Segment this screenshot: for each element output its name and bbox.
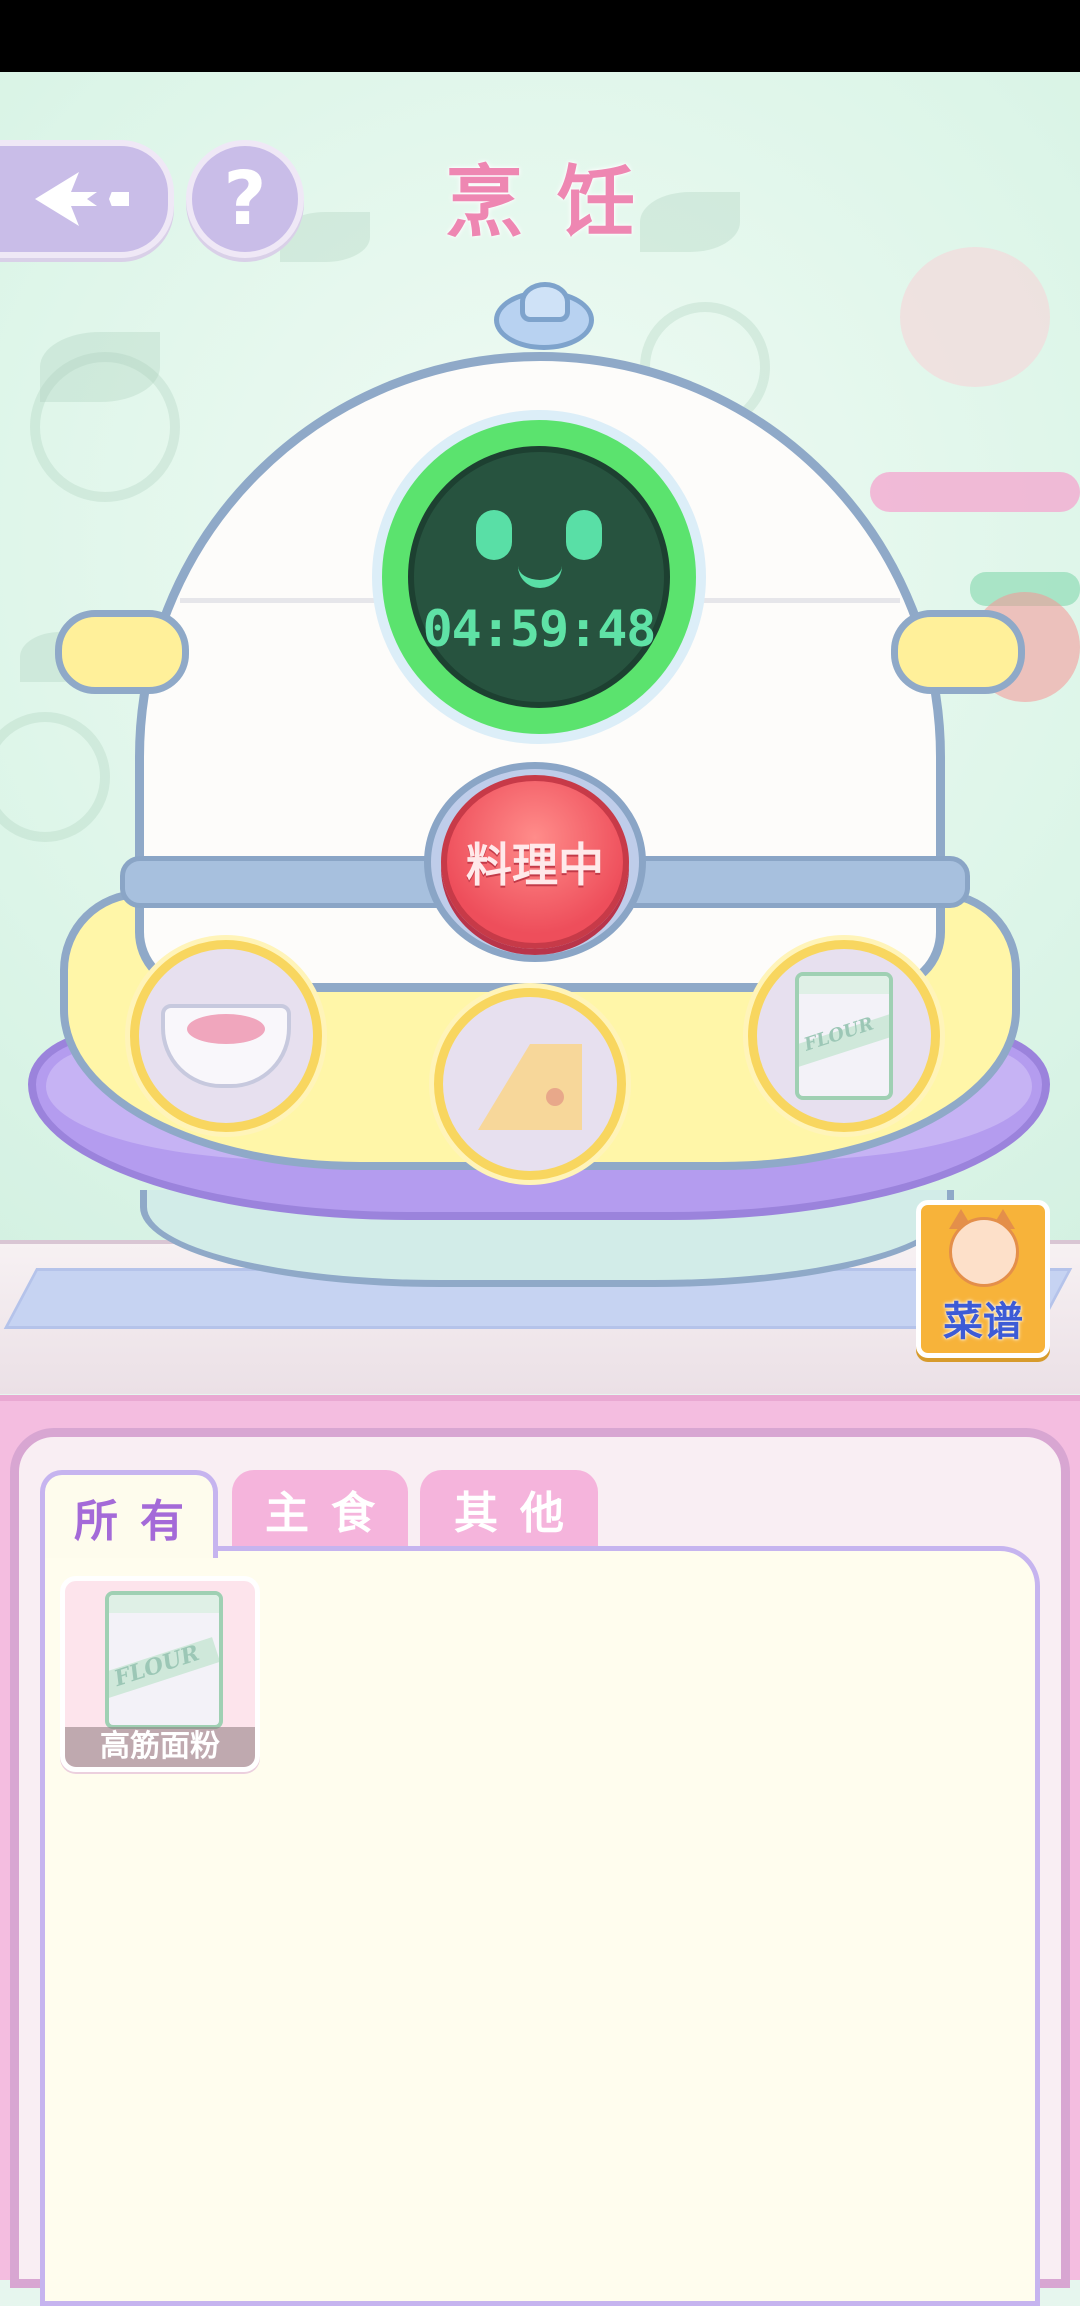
tab-other[interactable]: 其他	[420, 1470, 598, 1548]
recipe-book-button[interactable]: 菜谱	[916, 1200, 1050, 1358]
cheese-icon	[478, 1044, 582, 1130]
cooking-status-button[interactable]: 料理中	[441, 775, 629, 949]
cooker-handle-right	[891, 610, 1025, 694]
timer-countdown: 04:59:48	[422, 600, 657, 658]
cooking-timer: 04:59:48	[372, 410, 706, 744]
face-smile-icon	[518, 558, 562, 588]
chef-cat-icon	[949, 1217, 1019, 1287]
ingredient-slot-3[interactable]: FLOUR	[748, 940, 940, 1132]
inventory-item[interactable]: FLOUR 高筋面粉	[60, 1576, 260, 1772]
shelf-decoration	[870, 472, 1080, 512]
status-bar	[0, 0, 1080, 72]
face-eye-icon	[476, 510, 512, 560]
ingredient-slot-2[interactable]	[434, 988, 626, 1180]
flour-bag-icon: FLOUR	[795, 972, 893, 1100]
inventory-item-label: 高筋面粉	[65, 1727, 255, 1767]
cooking-status-button-frame: 料理中	[424, 762, 646, 962]
teapot-decoration	[900, 247, 1050, 387]
tab-staple-food[interactable]: 主食	[232, 1470, 408, 1548]
ingredient-slot-1[interactable]	[130, 940, 322, 1132]
dough-bowl-icon	[161, 1004, 291, 1088]
cooker-handle-left	[55, 610, 189, 694]
page-title: 烹饪	[444, 157, 669, 248]
face-eye-icon	[566, 510, 602, 560]
recipe-book-label: 菜谱	[943, 1299, 1023, 1345]
timer-face: 04:59:48	[408, 446, 670, 708]
tab-all[interactable]: 所有	[40, 1470, 218, 1558]
flour-bag-icon: FLOUR	[105, 1591, 223, 1729]
